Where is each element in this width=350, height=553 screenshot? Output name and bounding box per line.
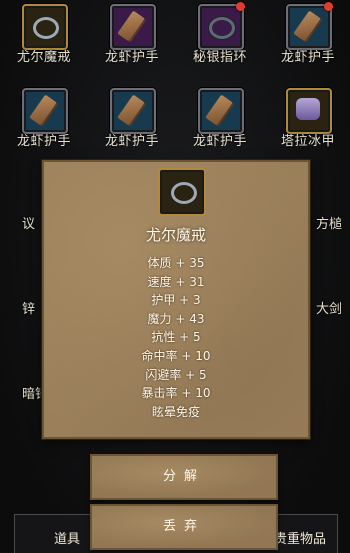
bracer-icon: [29, 94, 57, 126]
tab-items[interactable]: 道具: [54, 528, 80, 547]
item-label: 秘银指环: [192, 50, 247, 65]
item-label: 龙虾护手: [104, 50, 159, 65]
tooltip-item-frame: [158, 168, 206, 216]
item-tooltip: 尤尔魔戒 体质 + 35 速度 + 31 护甲 + 3 魔力 + 43 抗性 +…: [42, 160, 310, 439]
armor-icon: [296, 98, 320, 120]
inventory-slot-7[interactable]: 龙虾护手: [176, 84, 264, 169]
stat-line: 暴击率 + 10: [141, 386, 211, 401]
partial-item-label: 方槌: [316, 217, 343, 232]
item-label: 塔拉冰甲: [280, 134, 335, 149]
item-frame: [198, 4, 244, 50]
item-label: 尤尔魔戒: [16, 50, 71, 65]
item-frame: [286, 88, 332, 134]
tab-valuables[interactable]: 贵重物品: [274, 528, 326, 547]
stat-line: 护甲 + 3: [151, 293, 201, 308]
stat-line: 魔力 + 43: [147, 311, 205, 326]
tooltip-stats: 体质 + 35 速度 + 31 护甲 + 3 魔力 + 43 抗性 + 5 命中…: [44, 254, 308, 421]
stat-line: 命中率 + 10: [141, 348, 211, 363]
item-frame: [286, 4, 332, 50]
item-label: 龙虾护手: [280, 50, 335, 65]
inventory-slot-4[interactable]: 龙虾护手: [264, 0, 350, 85]
ring-icon: [171, 182, 197, 204]
decompose-button[interactable]: 分解: [90, 454, 278, 500]
item-frame: [110, 88, 156, 134]
item-label: 龙虾护手: [104, 134, 159, 149]
partial-item-label: 大剑: [316, 302, 343, 317]
inventory-slot-6[interactable]: 龙虾护手: [88, 84, 176, 169]
stat-line: 速度 + 31: [147, 274, 205, 289]
tooltip-item-name: 尤尔魔戒: [145, 226, 206, 244]
bracer-icon: [117, 94, 145, 126]
inventory-slot-3[interactable]: 秘银指环: [176, 0, 264, 85]
item-frame: [22, 4, 68, 50]
ring-icon: [209, 17, 235, 39]
new-item-badge: [236, 2, 245, 11]
bracer-icon: [293, 10, 321, 42]
item-frame: [110, 4, 156, 50]
item-label: 龙虾护手: [16, 134, 71, 149]
item-label: 龙虾护手: [192, 134, 247, 149]
stat-line: 闪避率 + 5: [145, 367, 207, 382]
bracer-icon: [205, 94, 233, 126]
inventory-slot-5[interactable]: 龙虾护手: [0, 84, 88, 169]
discard-button[interactable]: 丢弃: [90, 504, 278, 550]
bracer-icon: [117, 10, 145, 42]
partial-item-label: 议: [22, 217, 36, 232]
item-frame: [198, 88, 244, 134]
inventory-slot-1[interactable]: 尤尔魔戒: [0, 0, 88, 85]
inventory-slot-8[interactable]: 塔拉冰甲: [264, 84, 350, 169]
item-frame: [22, 88, 68, 134]
stat-line: 抗性 + 5: [151, 330, 201, 345]
ring-icon: [33, 17, 59, 39]
stat-line: 体质 + 35: [147, 256, 205, 270]
inventory-slot-2[interactable]: 龙虾护手: [88, 0, 176, 85]
stat-line: 眩晕免疫: [151, 404, 200, 419]
partial-item-label: 锌: [22, 302, 36, 317]
new-item-badge: [324, 2, 333, 11]
